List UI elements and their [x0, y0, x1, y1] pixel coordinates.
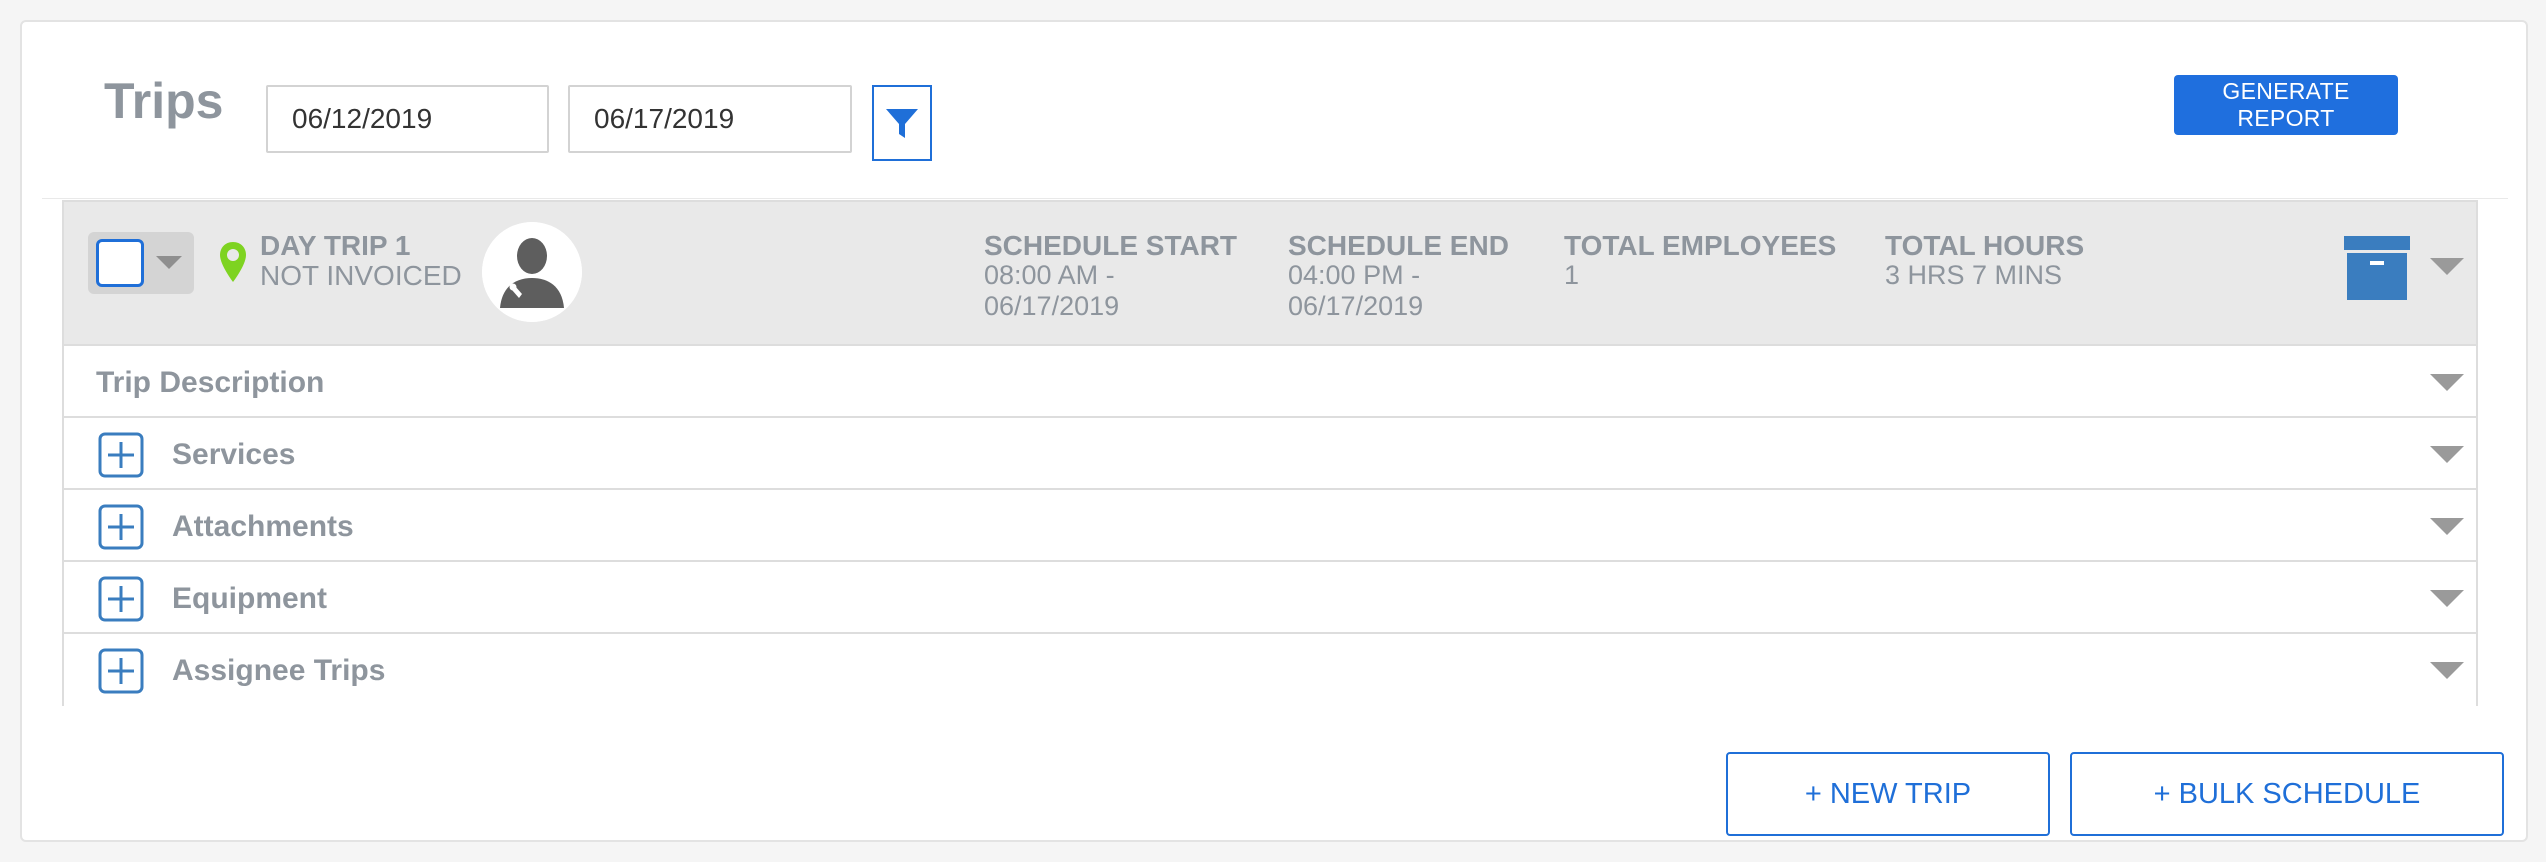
trips-card: Trips GENERATE REPORT DAY TRIP 1 NOT INV…	[20, 20, 2528, 842]
generate-report-button[interactable]: GENERATE REPORT	[2174, 75, 2398, 135]
section-label: Services	[172, 438, 296, 471]
schedule-start-label: SCHEDULE START	[984, 230, 1238, 261]
section-attachments[interactable]: Attachments	[64, 490, 2476, 562]
bulk-select-dropdown[interactable]	[88, 232, 194, 294]
schedule-start-value: 08:00 AM - 06/17/2019	[984, 260, 1120, 321]
section-trip-description[interactable]: Trip Description	[64, 346, 2476, 418]
section-label: Assignee Trips	[172, 654, 386, 687]
chevron-down-icon[interactable]	[2430, 518, 2464, 535]
total-hours-value: 3 HRS 7 MINS	[1885, 260, 2063, 290]
trip-header: DAY TRIP 1 NOT INVOICED SCHEDULE START 0…	[64, 202, 2476, 346]
filter-button[interactable]	[872, 85, 932, 161]
chevron-down-icon[interactable]	[2430, 662, 2464, 679]
total-employees-value: 1	[1564, 260, 1580, 290]
total-hours-label: TOTAL HOURS	[1885, 230, 2085, 261]
worker-avatar-icon	[482, 222, 582, 322]
section-label: Equipment	[172, 582, 327, 615]
plus-icon[interactable]	[98, 576, 144, 622]
chevron-down-icon[interactable]	[2430, 590, 2464, 607]
section-assignee-trips[interactable]: Assignee Trips	[64, 634, 2476, 706]
filter-funnel-icon	[886, 109, 918, 138]
chevron-down-icon[interactable]	[156, 256, 182, 269]
header-divider	[42, 198, 2508, 199]
trip-panel: DAY TRIP 1 NOT INVOICED SCHEDULE START 0…	[62, 200, 2478, 706]
section-label: Attachments	[172, 510, 354, 543]
plus-icon[interactable]	[98, 504, 144, 550]
trip-status: NOT INVOICED	[260, 260, 462, 291]
section-services[interactable]: Services	[64, 418, 2476, 490]
location-pin-icon	[220, 242, 246, 282]
date-from-input[interactable]	[266, 85, 549, 153]
schedule-end-value: 04:00 PM - 06/17/2019	[1288, 260, 1424, 321]
section-label: Trip Description	[96, 366, 325, 399]
avatar	[482, 222, 582, 322]
new-trip-button[interactable]: + NEW TRIP	[1726, 752, 2050, 836]
schedule-end-label: SCHEDULE END	[1288, 230, 1509, 261]
chevron-down-icon[interactable]	[2430, 446, 2464, 463]
plus-icon[interactable]	[98, 648, 144, 694]
date-to-input[interactable]	[568, 85, 852, 153]
plus-icon[interactable]	[98, 432, 144, 478]
bulk-schedule-button[interactable]: + BULK SCHEDULE	[2070, 752, 2504, 836]
total-employees-label: TOTAL EMPLOYEES	[1564, 230, 1837, 261]
trip-name[interactable]: DAY TRIP 1	[260, 230, 410, 262]
section-equipment[interactable]: Equipment	[64, 562, 2476, 634]
trip-expand-chevron-icon[interactable]	[2430, 258, 2464, 275]
trip-select-checkbox[interactable]	[96, 239, 144, 287]
archive-icon[interactable]	[2344, 236, 2410, 300]
page-title: Trips	[104, 73, 224, 129]
chevron-down-icon[interactable]	[2430, 374, 2464, 391]
